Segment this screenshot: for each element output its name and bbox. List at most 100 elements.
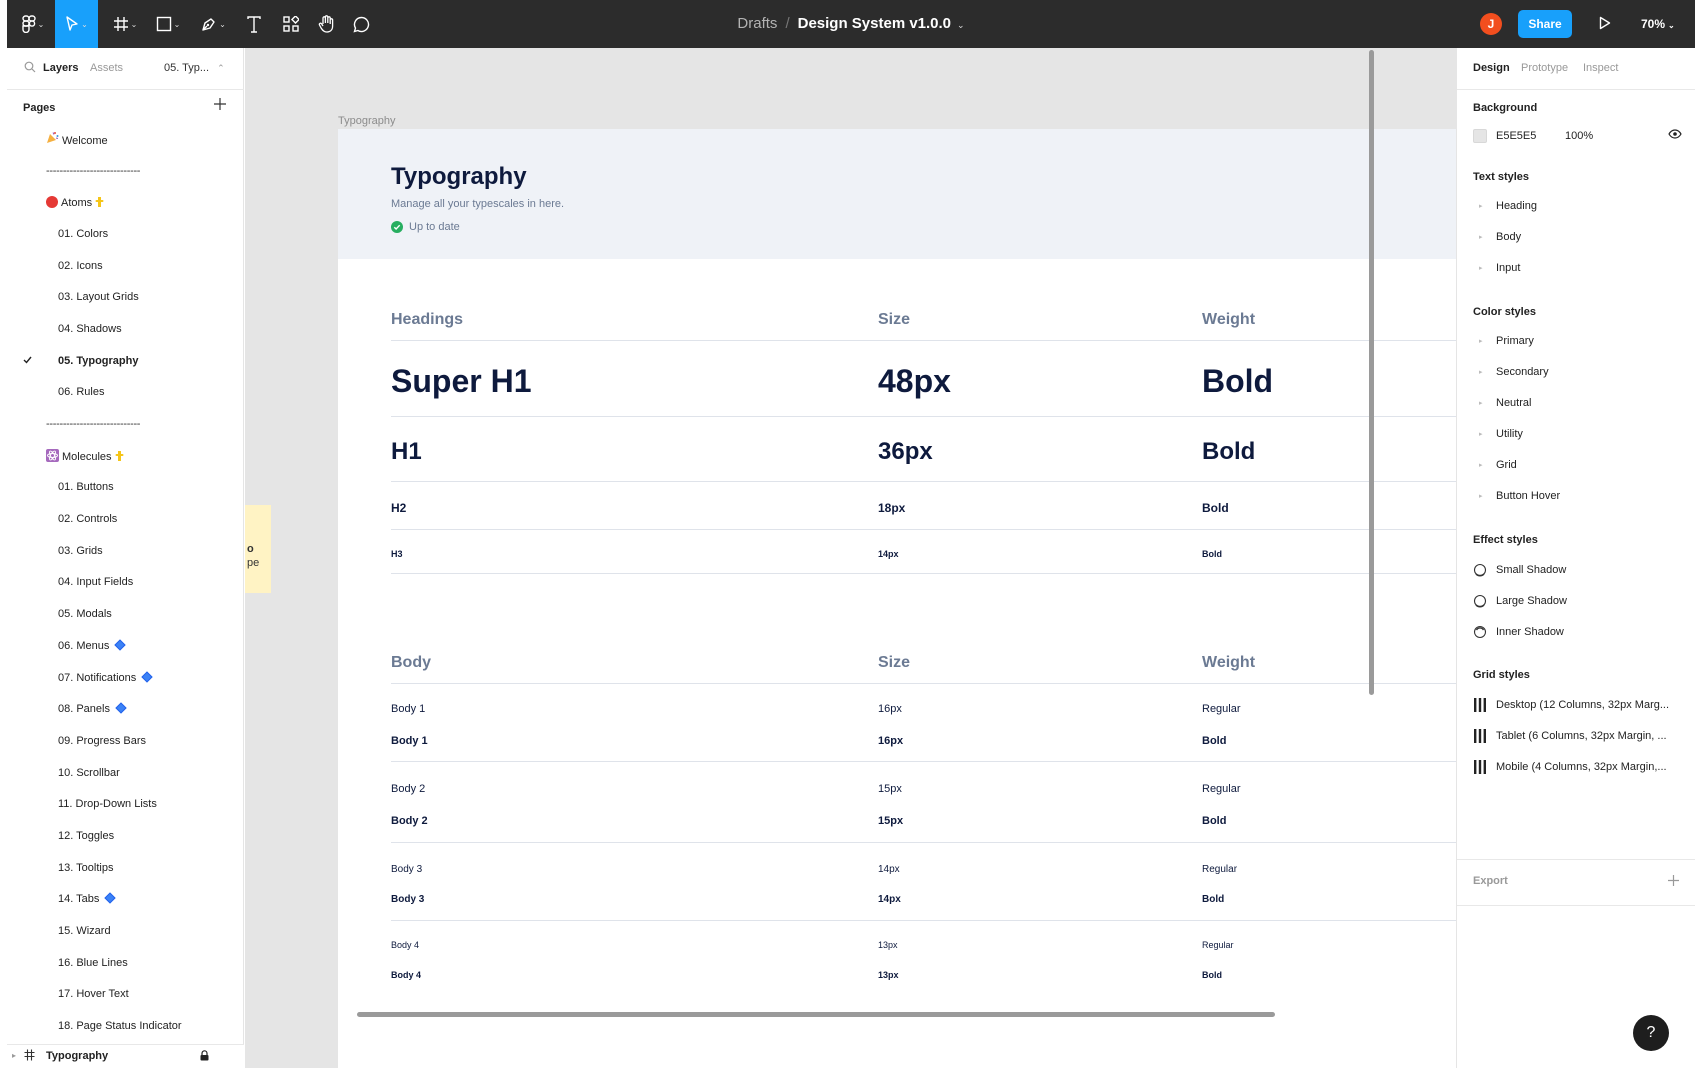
color-styles-heading: Color styles xyxy=(1473,306,1536,318)
expand-arrow-icon[interactable]: ▸ xyxy=(1473,430,1496,438)
expand-arrow-icon[interactable]: ▸ xyxy=(1473,233,1496,241)
style-item[interactable]: ▸ Utility xyxy=(1473,428,1683,440)
expand-arrow-icon[interactable]: ▸ xyxy=(1473,492,1496,500)
style-item[interactable]: Desktop (12 Columns, 32px Marg... xyxy=(1473,698,1683,712)
present-button[interactable] xyxy=(1599,16,1611,30)
layer-row[interactable]: ▸ Typography xyxy=(7,1044,244,1068)
move-tool-button[interactable]: ⌄ xyxy=(55,0,98,48)
style-item[interactable]: Tablet (6 Columns, 32px Margin, ... xyxy=(1473,729,1683,743)
typography-frame[interactable]: Typography Manage all your typescales in… xyxy=(338,129,1456,1068)
expand-arrow-icon[interactable]: ▸ xyxy=(1473,461,1496,469)
tab-design[interactable]: Design xyxy=(1473,62,1510,74)
page-item[interactable]: 09. Progress Bars xyxy=(7,725,244,757)
expand-arrow-icon[interactable]: ▸ xyxy=(1473,264,1496,272)
style-item[interactable]: ▸ Button Hover xyxy=(1473,490,1683,502)
style-item[interactable]: Mobile (4 Columns, 32px Margin,... xyxy=(1473,760,1683,774)
expand-arrow-icon[interactable]: ▸ xyxy=(1473,337,1496,345)
search-icon[interactable] xyxy=(24,61,36,73)
page-item[interactable]: 16. Blue Lines xyxy=(7,947,244,979)
page-item[interactable]: 05. Modals xyxy=(7,598,244,630)
style-item[interactable]: Inner Shadow xyxy=(1473,625,1683,639)
file-name[interactable]: Design System v1.0.0 xyxy=(798,15,951,32)
style-item[interactable]: ▸ Grid xyxy=(1473,459,1683,471)
page-item[interactable]: 02. Icons xyxy=(7,250,244,282)
share-button[interactable]: Share xyxy=(1518,10,1572,38)
expand-arrow-icon[interactable]: ▸ xyxy=(1473,399,1496,407)
page-item[interactable]: 13. Tooltips xyxy=(7,852,244,884)
style-item[interactable]: ▸ Input xyxy=(1473,262,1683,274)
tab-inspect[interactable]: Inspect xyxy=(1583,62,1618,74)
add-page-button[interactable] xyxy=(214,98,226,110)
main-menu-button[interactable]: ⌄ xyxy=(14,0,52,48)
expand-arrow-icon[interactable]: ▸ xyxy=(1473,368,1496,376)
zoom-menu[interactable]: 70% ⌄ xyxy=(1641,17,1675,31)
style-item[interactable]: Small Shadow xyxy=(1473,563,1683,577)
style-item[interactable]: Large Shadow xyxy=(1473,594,1683,608)
expand-arrow-icon[interactable]: ▸ xyxy=(1473,202,1496,210)
page-item[interactable]: Welcome xyxy=(7,123,244,155)
column-header: Headings xyxy=(391,311,464,328)
background-opacity[interactable]: 100% xyxy=(1565,130,1593,142)
eye-icon[interactable] xyxy=(1668,129,1682,139)
sticky-note[interactable]: o pe xyxy=(245,505,271,593)
page-item[interactable]: 12. Toggles xyxy=(7,820,244,852)
page-item[interactable]: 10. Scrollbar xyxy=(7,757,244,789)
page-item-label: 02. Icons xyxy=(58,259,103,272)
help-button[interactable]: ? xyxy=(1633,1015,1669,1051)
frame-tool-button[interactable]: ⌄ xyxy=(107,0,143,48)
page-item[interactable]: 02. Controls xyxy=(7,503,244,535)
page-item[interactable]: 03. Layout Grids xyxy=(7,281,244,313)
page-item[interactable]: 05. Typography xyxy=(7,345,244,377)
background-hex[interactable]: E5E5E5 xyxy=(1496,130,1536,142)
page-item[interactable]: 18. Page Status Indicator xyxy=(7,1010,244,1042)
frame-label[interactable]: Typography xyxy=(338,115,395,127)
add-export-button[interactable] xyxy=(1668,875,1679,886)
page-item[interactable]: 17. Hover Text xyxy=(7,979,244,1011)
page-item[interactable]: 07. Notifications xyxy=(7,662,244,694)
tab-prototype[interactable]: Prototype xyxy=(1521,62,1568,74)
page-item-content: 01. Buttons xyxy=(7,481,114,493)
body-cell-weight: Bold xyxy=(1202,815,1227,827)
hand-tool-button[interactable] xyxy=(312,0,340,48)
page-divider: ---------------------------- xyxy=(7,408,244,440)
page-item[interactable]: 15. Wizard xyxy=(7,915,244,947)
resources-button[interactable] xyxy=(277,0,305,48)
style-item[interactable]: ▸ Heading xyxy=(1473,200,1683,212)
text-tool-button[interactable] xyxy=(240,0,268,48)
divider xyxy=(391,481,1456,482)
page-item[interactable]: 04. Input Fields xyxy=(7,567,244,599)
style-item[interactable]: ▸ Secondary xyxy=(1473,366,1683,378)
canvas[interactable]: o pe Typography Typography Manage all yo… xyxy=(245,48,1456,1068)
breadcrumb-drafts[interactable]: Drafts xyxy=(737,15,777,32)
avatar[interactable]: J xyxy=(1480,13,1502,35)
chevron-down-icon[interactable]: ⌄ xyxy=(957,20,965,30)
divider xyxy=(1457,905,1695,906)
pen-tool-button[interactable]: ⌄ xyxy=(194,0,232,48)
tab-assets[interactable]: Assets xyxy=(90,62,123,74)
style-item[interactable]: ▸ Neutral xyxy=(1473,397,1683,409)
tab-layers[interactable]: Layers xyxy=(43,62,78,74)
page-item[interactable]: 08. Panels xyxy=(7,693,244,725)
page-item[interactable]: 11. Drop-Down Lists xyxy=(7,788,244,820)
comment-tool-button[interactable] xyxy=(347,0,375,48)
vertical-scrollbar[interactable] xyxy=(1369,50,1374,695)
style-item[interactable]: ▸ Body xyxy=(1473,231,1683,243)
page-item[interactable]: 06. Rules xyxy=(7,377,244,409)
page-item[interactable]: 14. Tabs xyxy=(7,884,244,916)
page-item[interactable]: 06. Menus xyxy=(7,630,244,662)
shape-tool-button[interactable]: ⌄ xyxy=(150,0,186,48)
page-item-label: 01. Colors xyxy=(58,227,109,240)
background-color-swatch[interactable] xyxy=(1473,129,1487,143)
page-item[interactable]: 03. Grids xyxy=(7,535,244,567)
page-item[interactable]: Atoms xyxy=(7,186,244,218)
expand-arrow-icon[interactable]: ▸ xyxy=(12,1051,16,1060)
blue-diamond-icon xyxy=(141,670,153,683)
current-page-selector[interactable]: 05. Typ... ⌃ xyxy=(164,62,225,74)
page-item[interactable]: 01. Buttons xyxy=(7,472,244,504)
page-item[interactable]: Molecules xyxy=(7,440,244,472)
horizontal-scrollbar[interactable] xyxy=(357,1012,1275,1017)
style-item[interactable]: ▸ Primary xyxy=(1473,335,1683,347)
page-item[interactable]: 01. Colors xyxy=(7,218,244,250)
lock-icon[interactable] xyxy=(200,1050,209,1061)
page-item[interactable]: 04. Shadows xyxy=(7,313,244,345)
